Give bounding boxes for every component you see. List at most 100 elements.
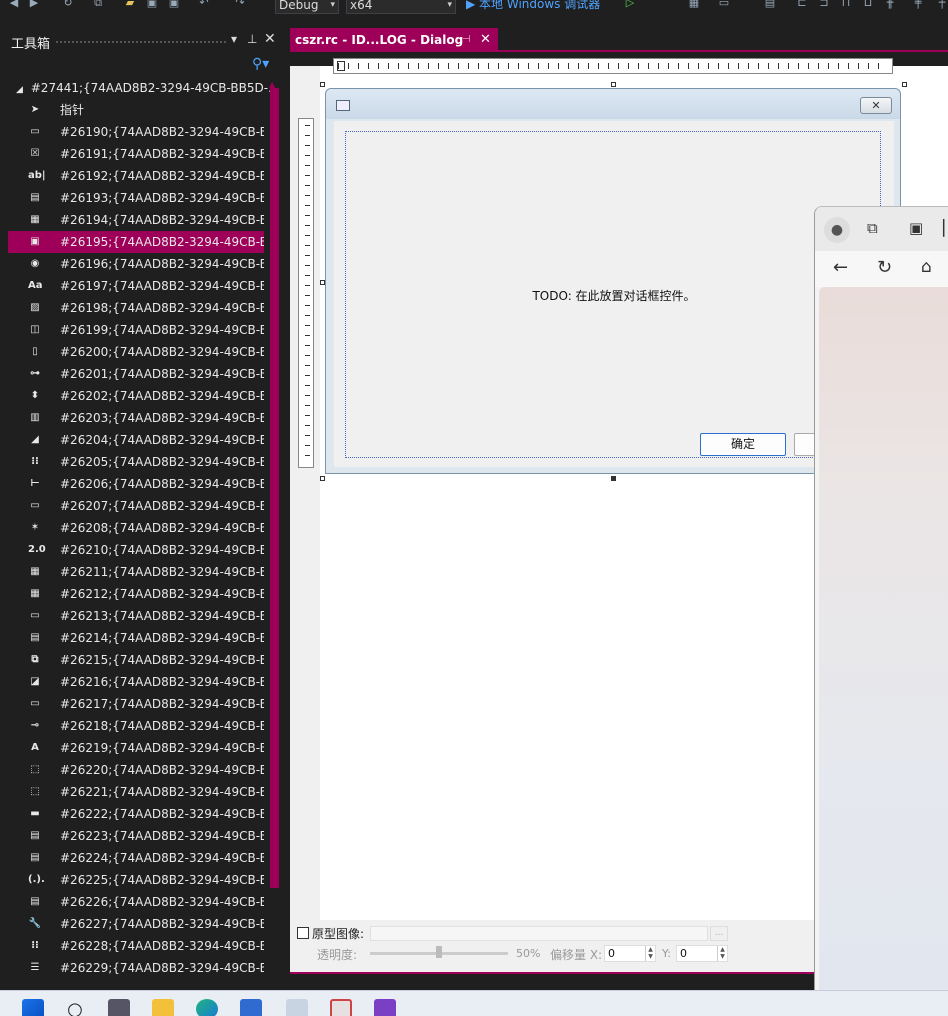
nav-icon[interactable]: ↻ <box>62 0 74 9</box>
collections-icon[interactable]: ⧉ <box>867 219 878 237</box>
toolbox-item-pointer[interactable]: ➤ 指针 <box>8 99 264 121</box>
center-vertical-icon[interactable]: ╫ <box>884 0 896 9</box>
undo-icon[interactable]: ↶ <box>198 0 210 9</box>
vertical-ruler[interactable] <box>298 118 314 468</box>
toolbox-item[interactable]: ⊸ #26218;{74AAD8B2-3294-49CB-B... <box>8 715 264 737</box>
toolbar-layout-icon[interactable]: ▤ <box>764 0 776 9</box>
resize-handle[interactable] <box>320 82 325 87</box>
toolbox-item[interactable]: ☰ #26229;{74AAD8B2-3294-49CB-B... <box>8 957 264 979</box>
offset-x-spinner[interactable]: 0 ▲ ▼ <box>604 945 656 962</box>
tab-edge-icon[interactable]: ▏ <box>943 219 948 237</box>
spacing-icon[interactable]: ┼ <box>936 0 948 9</box>
refresh-icon[interactable]: ↻ <box>877 257 892 278</box>
start-without-debug-icon[interactable]: ▷ <box>624 0 636 9</box>
browser-page-content[interactable] <box>819 287 948 990</box>
toolbox-item[interactable]: ▣ #26195;{74AAD8B2-3294-49CB-B... <box>8 231 264 253</box>
toolbox-item[interactable]: ⬚ #26220;{74AAD8B2-3294-49CB-B... <box>8 759 264 781</box>
opacity-slider-thumb[interactable] <box>436 946 442 958</box>
store-icon[interactable] <box>240 999 262 1016</box>
toolbox-item[interactable]: ▦ #26211;{74AAD8B2-3294-49CB-B... <box>8 561 264 583</box>
toolbox-item[interactable]: ⬚ #26221;{74AAD8B2-3294-49CB-B... <box>8 781 264 803</box>
back-arrow-icon[interactable]: ← <box>833 257 848 278</box>
resize-handle[interactable] <box>320 476 325 481</box>
toolbox-item[interactable]: ⁝⁝ #26228;{74AAD8B2-3294-49CB-B... <box>8 935 264 957</box>
profile-avatar[interactable]: ● <box>824 217 850 243</box>
toolbox-item[interactable]: ◫ #26199;{74AAD8B2-3294-49CB-B... <box>8 319 264 341</box>
toolbox-item[interactable]: ◢ #26204;{74AAD8B2-3294-49CB-B... <box>8 429 264 451</box>
toolbox-item[interactable]: ▬ #26222;{74AAD8B2-3294-49CB-B... <box>8 803 264 825</box>
browse-button[interactable]: ... <box>710 926 728 941</box>
toolbox-item[interactable]: 🔧 #26227;{74AAD8B2-3294-49CB-B... <box>8 913 264 935</box>
toolbox-item[interactable]: ▥ #26203;{74AAD8B2-3294-49CB-B... <box>8 407 264 429</box>
task-view-icon[interactable] <box>108 999 130 1016</box>
panel-grip[interactable] <box>56 41 226 43</box>
dialog-close-button[interactable]: ✕ <box>860 97 892 114</box>
align-bottom-icon[interactable]: ⊔ <box>862 0 874 9</box>
todo-static-text[interactable]: TODO: 在此放置对话框控件。 <box>334 287 894 304</box>
toolbox-item[interactable]: ✶ #26208;{74AAD8B2-3294-49CB-B... <box>8 517 264 539</box>
toolbox-scrollbar[interactable] <box>270 88 279 888</box>
platform-select[interactable]: x64 ▾ <box>346 0 456 14</box>
prototype-image-path-field[interactable] <box>370 926 708 941</box>
toolbar-tool-icon[interactable]: ▦ <box>688 0 700 9</box>
search-icon[interactable]: ⚲▾ <box>252 56 269 72</box>
edge-browser-icon[interactable] <box>196 999 218 1016</box>
toolbox-item[interactable]: Aa #26197;{74AAD8B2-3294-49CB-B... <box>8 275 264 297</box>
toolbox-item[interactable]: ▤ #26193;{74AAD8B2-3294-49CB-B... <box>8 187 264 209</box>
toolbox-item[interactable]: ⧉ #26215;{74AAD8B2-3294-49CB-B... <box>8 649 264 671</box>
toolbox-item[interactable]: ab| #26192;{74AAD8B2-3294-49CB-B... <box>8 165 264 187</box>
tab-actions-icon[interactable]: ▣ <box>909 219 923 237</box>
start-debugger-button[interactable]: ▶ 本地 Windows 调试器 <box>466 0 600 12</box>
pin-icon[interactable]: ⊥ <box>247 32 257 46</box>
dialog-client-area[interactable]: TODO: 在此放置对话框控件。 确定 <box>334 121 894 467</box>
spin-arrows-icon[interactable]: ▲ ▼ <box>717 946 727 961</box>
snip-tool-icon[interactable] <box>330 999 352 1016</box>
panel-dropdown-icon[interactable]: ▾ <box>231 32 237 46</box>
browser-window[interactable]: ● ⧉ ▣ ▏ ← ↻ ⌂ <box>814 206 948 990</box>
toolbox-item[interactable]: ▨ #26198;{74AAD8B2-3294-49CB-B... <box>8 297 264 319</box>
toolbox-item[interactable]: ☒ #26191;{74AAD8B2-3294-49CB-B... <box>8 143 264 165</box>
toolbox-item[interactable]: ▤ #26224;{74AAD8B2-3294-49CB-B... <box>8 847 264 869</box>
toolbox-item[interactable]: ▭ #26217;{74AAD8B2-3294-49CB-B... <box>8 693 264 715</box>
visual-studio-icon[interactable] <box>374 999 396 1016</box>
forward-icon[interactable]: ▶ <box>28 0 40 9</box>
center-horizontal-icon[interactable]: ╪ <box>912 0 924 9</box>
search-icon[interactable]: ○ <box>64 999 86 1016</box>
toolbox-item[interactable]: ▯ #26200;{74AAD8B2-3294-49CB-B... <box>8 341 264 363</box>
toolbox-item[interactable]: ▦ #26194;{74AAD8B2-3294-49CB-B... <box>8 209 264 231</box>
toolbox-item[interactable]: (.). #26225;{74AAD8B2-3294-49CB-B... <box>8 869 264 891</box>
toolbox-item[interactable]: ◉ #26196;{74AAD8B2-3294-49CB-B... <box>8 253 264 275</box>
toolbox-item[interactable]: 2.0 #26210;{74AAD8B2-3294-49CB-B... <box>8 539 264 561</box>
align-right-icon[interactable]: ⊐ <box>818 0 830 9</box>
toolbox-group-header[interactable]: ◢ #27441;{74AAD8B2-3294-49CB-BB5D-... <box>16 81 280 95</box>
align-top-icon[interactable]: ⊓ <box>840 0 852 9</box>
toolbox-item[interactable]: ▭ #26207;{74AAD8B2-3294-49CB-B... <box>8 495 264 517</box>
toolbox-item[interactable]: ▦ #26212;{74AAD8B2-3294-49CB-B... <box>8 583 264 605</box>
offset-y-spinner[interactable]: 0 ▲ ▼ <box>676 945 728 962</box>
toolbox-item[interactable]: ▭ #26190;{74AAD8B2-3294-49CB-B... <box>8 121 264 143</box>
toolbar-window-icon[interactable]: ▭ <box>718 0 730 9</box>
new-item-icon[interactable]: ⧉ <box>92 0 104 9</box>
file-explorer-icon[interactable] <box>152 999 174 1016</box>
resize-handle[interactable] <box>902 82 907 87</box>
open-folder-icon[interactable]: ▰ <box>124 0 136 9</box>
prototype-image-checkbox[interactable] <box>297 927 309 939</box>
save-all-icon[interactable]: ▣ <box>168 0 180 9</box>
toolbox-item[interactable]: ▭ #26213;{74AAD8B2-3294-49CB-B... <box>8 605 264 627</box>
back-icon[interactable]: ◀ <box>8 0 20 9</box>
toolbox-item[interactable]: ⬍ #26202;{74AAD8B2-3294-49CB-B... <box>8 385 264 407</box>
align-left-icon[interactable]: ⊏ <box>796 0 808 9</box>
home-icon[interactable]: ⌂ <box>921 257 932 277</box>
close-tab-icon[interactable]: ✕ <box>480 28 491 52</box>
resize-handle[interactable] <box>611 82 616 87</box>
toolbox-item[interactable]: A #26219;{74AAD8B2-3294-49CB-B... <box>8 737 264 759</box>
resize-handle[interactable] <box>320 280 325 285</box>
toolbox-item[interactable]: ▤ #26226;{74AAD8B2-3294-49CB-B... <box>8 891 264 913</box>
pin-tab-icon[interactable]: ⊣ <box>462 28 471 52</box>
toolbox-item[interactable]: ▤ #26214;{74AAD8B2-3294-49CB-B... <box>8 627 264 649</box>
toolbox-item[interactable]: ⊶ #26201;{74AAD8B2-3294-49CB-B... <box>8 363 264 385</box>
save-icon[interactable]: ▣ <box>146 0 158 9</box>
toolbox-item[interactable]: ◪ #26216;{74AAD8B2-3294-49CB-B... <box>8 671 264 693</box>
redo-icon[interactable]: ↷ <box>234 0 246 9</box>
configuration-select[interactable]: Debug ▾ <box>275 0 339 14</box>
